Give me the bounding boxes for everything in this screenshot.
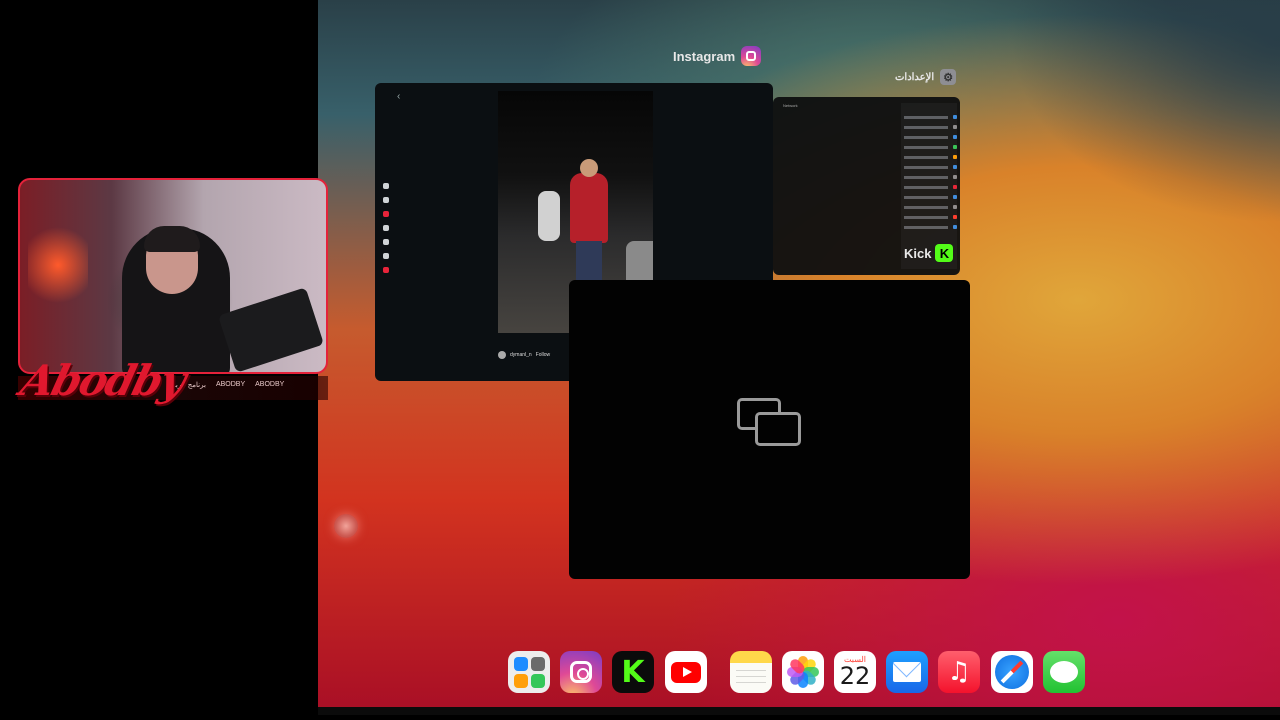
touch-indicator xyxy=(334,514,358,538)
video-person xyxy=(538,191,560,241)
safari-icon[interactable] xyxy=(991,651,1033,693)
messages-icon[interactable] xyxy=(1043,651,1085,693)
gear-icon: ⚙ xyxy=(940,69,957,85)
instagram-switcher-label[interactable]: Instagram xyxy=(673,46,762,66)
overlay-bar-item: ABODBY xyxy=(255,381,285,388)
dock: K السبت 22 ♫ xyxy=(498,643,1098,703)
instagram-icon[interactable] xyxy=(560,651,602,693)
video-person xyxy=(570,173,608,243)
settings-row[interactable] xyxy=(904,176,948,179)
settings-row[interactable] xyxy=(904,216,948,219)
back-icon[interactable]: ‹ xyxy=(397,91,400,102)
settings-row-icon xyxy=(953,115,957,119)
search-icon[interactable] xyxy=(383,225,389,231)
settings-row-icon xyxy=(953,175,957,179)
settings-row[interactable] xyxy=(904,156,948,159)
overlay-bar-items: برنامج عربي ABODBY ABODBY xyxy=(170,381,284,389)
settings-switcher-label[interactable]: الإعدادات ⚙ xyxy=(895,69,957,85)
settings-row-icon xyxy=(953,185,957,189)
home-icon[interactable] xyxy=(383,183,389,189)
settings-row[interactable] xyxy=(904,146,948,149)
streamer-hair xyxy=(144,226,200,252)
video-person-head xyxy=(580,159,598,177)
overlay-bar-item: ABODBY xyxy=(215,381,246,388)
kick-icon: K xyxy=(935,244,954,262)
settings-row-icon xyxy=(953,195,957,199)
webcam-frame xyxy=(18,178,328,374)
settings-row[interactable] xyxy=(904,206,948,209)
settings-label-text: الإعدادات xyxy=(895,71,935,83)
kick-switcher-label[interactable]: Kick K xyxy=(904,244,954,262)
instagram-label-text: Instagram xyxy=(673,48,736,64)
settings-row-icon xyxy=(953,205,957,209)
screen: برنامج عربي ABODBY ABODBY Abodby Instagr… xyxy=(0,0,1280,720)
settings-row[interactable] xyxy=(904,126,948,129)
settings-header: Network xyxy=(783,103,798,108)
music-icon[interactable]: ♫ xyxy=(938,651,980,693)
appstore-icon[interactable] xyxy=(508,651,550,693)
settings-row-icon xyxy=(953,155,957,159)
screen-mirroring-icon xyxy=(737,398,803,452)
settings-row[interactable] xyxy=(904,186,948,189)
notifications-icon[interactable] xyxy=(383,211,389,217)
kick-glyph: K xyxy=(621,654,645,690)
reels-icon[interactable] xyxy=(383,197,389,203)
reel-author[interactable]: dymanl_n Follow xyxy=(498,351,550,359)
avatar xyxy=(498,351,506,359)
username: dymanl_n xyxy=(510,352,532,358)
music-glyph: ♫ xyxy=(947,657,971,687)
settings-row[interactable] xyxy=(904,116,948,119)
photos-icon[interactable] xyxy=(782,651,824,693)
settings-row-icon xyxy=(953,225,957,229)
profile-icon[interactable] xyxy=(383,267,389,273)
tablet-device xyxy=(217,287,325,372)
settings-row[interactable] xyxy=(904,166,948,169)
webcam-overlay: برنامج عربي ABODBY ABODBY Abodby xyxy=(15,178,328,406)
settings-row[interactable] xyxy=(904,226,948,229)
notes-icon[interactable] xyxy=(730,651,772,693)
create-icon[interactable] xyxy=(383,253,389,259)
rgb-light xyxy=(28,220,88,310)
heart-icon[interactable] xyxy=(383,239,389,245)
settings-row-icon xyxy=(953,145,957,149)
settings-row-icon xyxy=(953,165,957,169)
kick-label-text: Kick xyxy=(904,245,932,261)
settings-row[interactable] xyxy=(904,136,948,139)
calendar-date: 22 xyxy=(839,661,871,690)
streamer-logo: Abodby xyxy=(15,356,190,405)
settings-row[interactable] xyxy=(904,196,948,199)
settings-row-icon xyxy=(953,135,957,139)
youtube-icon[interactable] xyxy=(665,651,707,693)
instagram-icon xyxy=(741,46,762,66)
settings-row-icon xyxy=(953,125,957,129)
kick-app-card[interactable] xyxy=(569,280,970,579)
settings-row-icon xyxy=(953,215,957,219)
calendar-icon[interactable]: السبت 22 xyxy=(834,651,876,693)
follow-button[interactable]: Follow xyxy=(536,352,550,358)
mail-icon[interactable] xyxy=(886,651,928,693)
instagram-sidebar xyxy=(381,183,391,273)
kick-icon[interactable]: K xyxy=(612,651,654,693)
